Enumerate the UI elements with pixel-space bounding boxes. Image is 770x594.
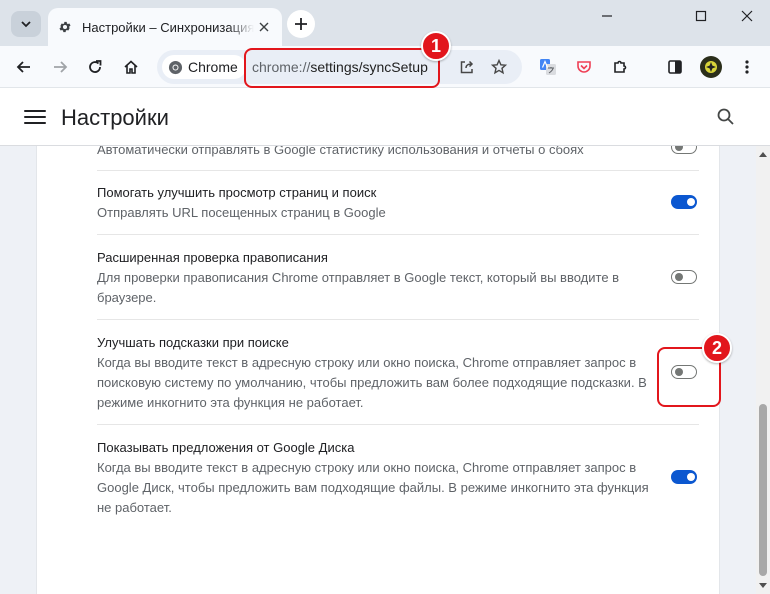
home-icon <box>124 60 138 74</box>
maximize-button[interactable] <box>678 4 724 28</box>
page-title: Настройки <box>61 105 169 130</box>
settings-row-spellcheck: Расширенная проверка правописания Для пр… <box>97 248 657 308</box>
reload-icon <box>89 60 102 73</box>
chevron-down-icon <box>21 21 31 28</box>
row-title: Улучшать подсказки при поиске <box>97 335 289 350</box>
row-description: Для проверки правописания Chrome отправл… <box>97 270 620 305</box>
translate-extension-button[interactable] <box>533 52 563 82</box>
chrome-logo-icon <box>168 60 183 74</box>
more-vert-icon <box>745 60 749 74</box>
improve-browsing-toggle[interactable] <box>671 195 697 209</box>
pocket-icon <box>577 61 591 73</box>
pocket-extension-button[interactable] <box>569 52 599 82</box>
forward-button[interactable] <box>45 52 75 82</box>
close-window-button[interactable] <box>724 4 770 28</box>
row-divider <box>97 234 699 235</box>
maximize-icon <box>695 10 707 22</box>
tab-search-button[interactable] <box>11 11 41 37</box>
row-title: Помогать улучшить просмотр страниц и пои… <box>97 185 377 200</box>
back-button[interactable] <box>9 52 39 82</box>
minimize-button[interactable] <box>584 4 630 28</box>
reload-button[interactable] <box>80 52 110 82</box>
plus-icon <box>295 18 307 30</box>
settings-row-drive-suggestions: Показывать предложения от Google Диска К… <box>97 438 657 518</box>
row-description: Когда вы вводите текст в адресную строку… <box>97 460 649 515</box>
translate-icon <box>540 59 556 75</box>
chip-label: Chrome <box>188 59 238 75</box>
row-description: Автоматически отправлять в Google статис… <box>97 146 584 157</box>
settings-row-usage-stats: Автоматически отправлять в Google статис… <box>97 146 699 160</box>
row-divider <box>97 319 699 320</box>
annotation-number-1: 1 <box>421 31 451 61</box>
row-description: Когда вы вводите текст в адресную строку… <box>97 355 647 410</box>
annotation-number-2: 2 <box>702 333 732 363</box>
row-title: Расширенная проверка правописания <box>97 250 328 265</box>
row-divider <box>97 170 699 171</box>
tab-title: Настройки – Синхронизация се <box>82 19 254 35</box>
arrow-right-icon <box>54 61 68 73</box>
site-info-chip[interactable]: Chrome <box>162 55 246 79</box>
gear-icon <box>59 21 71 33</box>
scrollbar-thumb[interactable] <box>759 404 767 576</box>
bookmark-button[interactable] <box>489 57 509 77</box>
settings-row-improve-browsing: Помогать улучшить просмотр страниц и пои… <box>97 183 699 223</box>
new-tab-button[interactable] <box>287 10 315 38</box>
avatar-icon <box>705 61 717 73</box>
puzzle-icon <box>614 60 627 73</box>
row-divider <box>97 424 699 425</box>
menu-icon[interactable] <box>24 108 46 126</box>
share-button[interactable] <box>457 57 477 77</box>
search-icon[interactable] <box>716 107 736 127</box>
settings-content: Автоматически отправлять в Google статис… <box>0 146 756 594</box>
close-icon <box>259 22 269 32</box>
tab-settings[interactable]: Настройки – Синхронизация се <box>48 8 282 46</box>
settings-card: Автоматически отправлять в Google статис… <box>37 146 719 594</box>
drive-suggestions-toggle[interactable] <box>671 470 697 484</box>
close-tab-button[interactable] <box>256 19 272 35</box>
browser-menu-button[interactable] <box>732 52 762 82</box>
spellcheck-toggle[interactable] <box>671 270 697 284</box>
scroll-down-icon[interactable] <box>759 583 767 588</box>
side-panel-icon <box>668 60 682 74</box>
settings-header: Настройки <box>0 89 770 146</box>
share-icon <box>460 60 474 74</box>
star-icon <box>491 59 507 75</box>
extensions-button[interactable] <box>605 52 635 82</box>
side-panel-button[interactable] <box>660 52 690 82</box>
profile-avatar[interactable] <box>700 56 722 78</box>
browser-window: Настройки – Синхронизация се Chrome chro… <box>0 0 770 594</box>
close-icon <box>741 10 753 22</box>
row-description: Отправлять URL посещенных страниц в Goog… <box>97 205 386 220</box>
home-button[interactable] <box>116 52 146 82</box>
scroll-up-icon[interactable] <box>759 152 767 157</box>
arrow-left-icon <box>16 61 30 73</box>
usage-stats-toggle[interactable] <box>671 146 697 154</box>
settings-row-search-suggestions: Улучшать подсказки при поиске Когда вы в… <box>97 333 657 413</box>
page-scrollbar[interactable] <box>756 146 770 594</box>
minimize-icon <box>602 15 612 17</box>
row-title: Показывать предложения от Google Диска <box>97 440 355 455</box>
annotation-highlight-url <box>244 48 440 88</box>
tab-strip: Настройки – Синхронизация се <box>0 0 770 46</box>
